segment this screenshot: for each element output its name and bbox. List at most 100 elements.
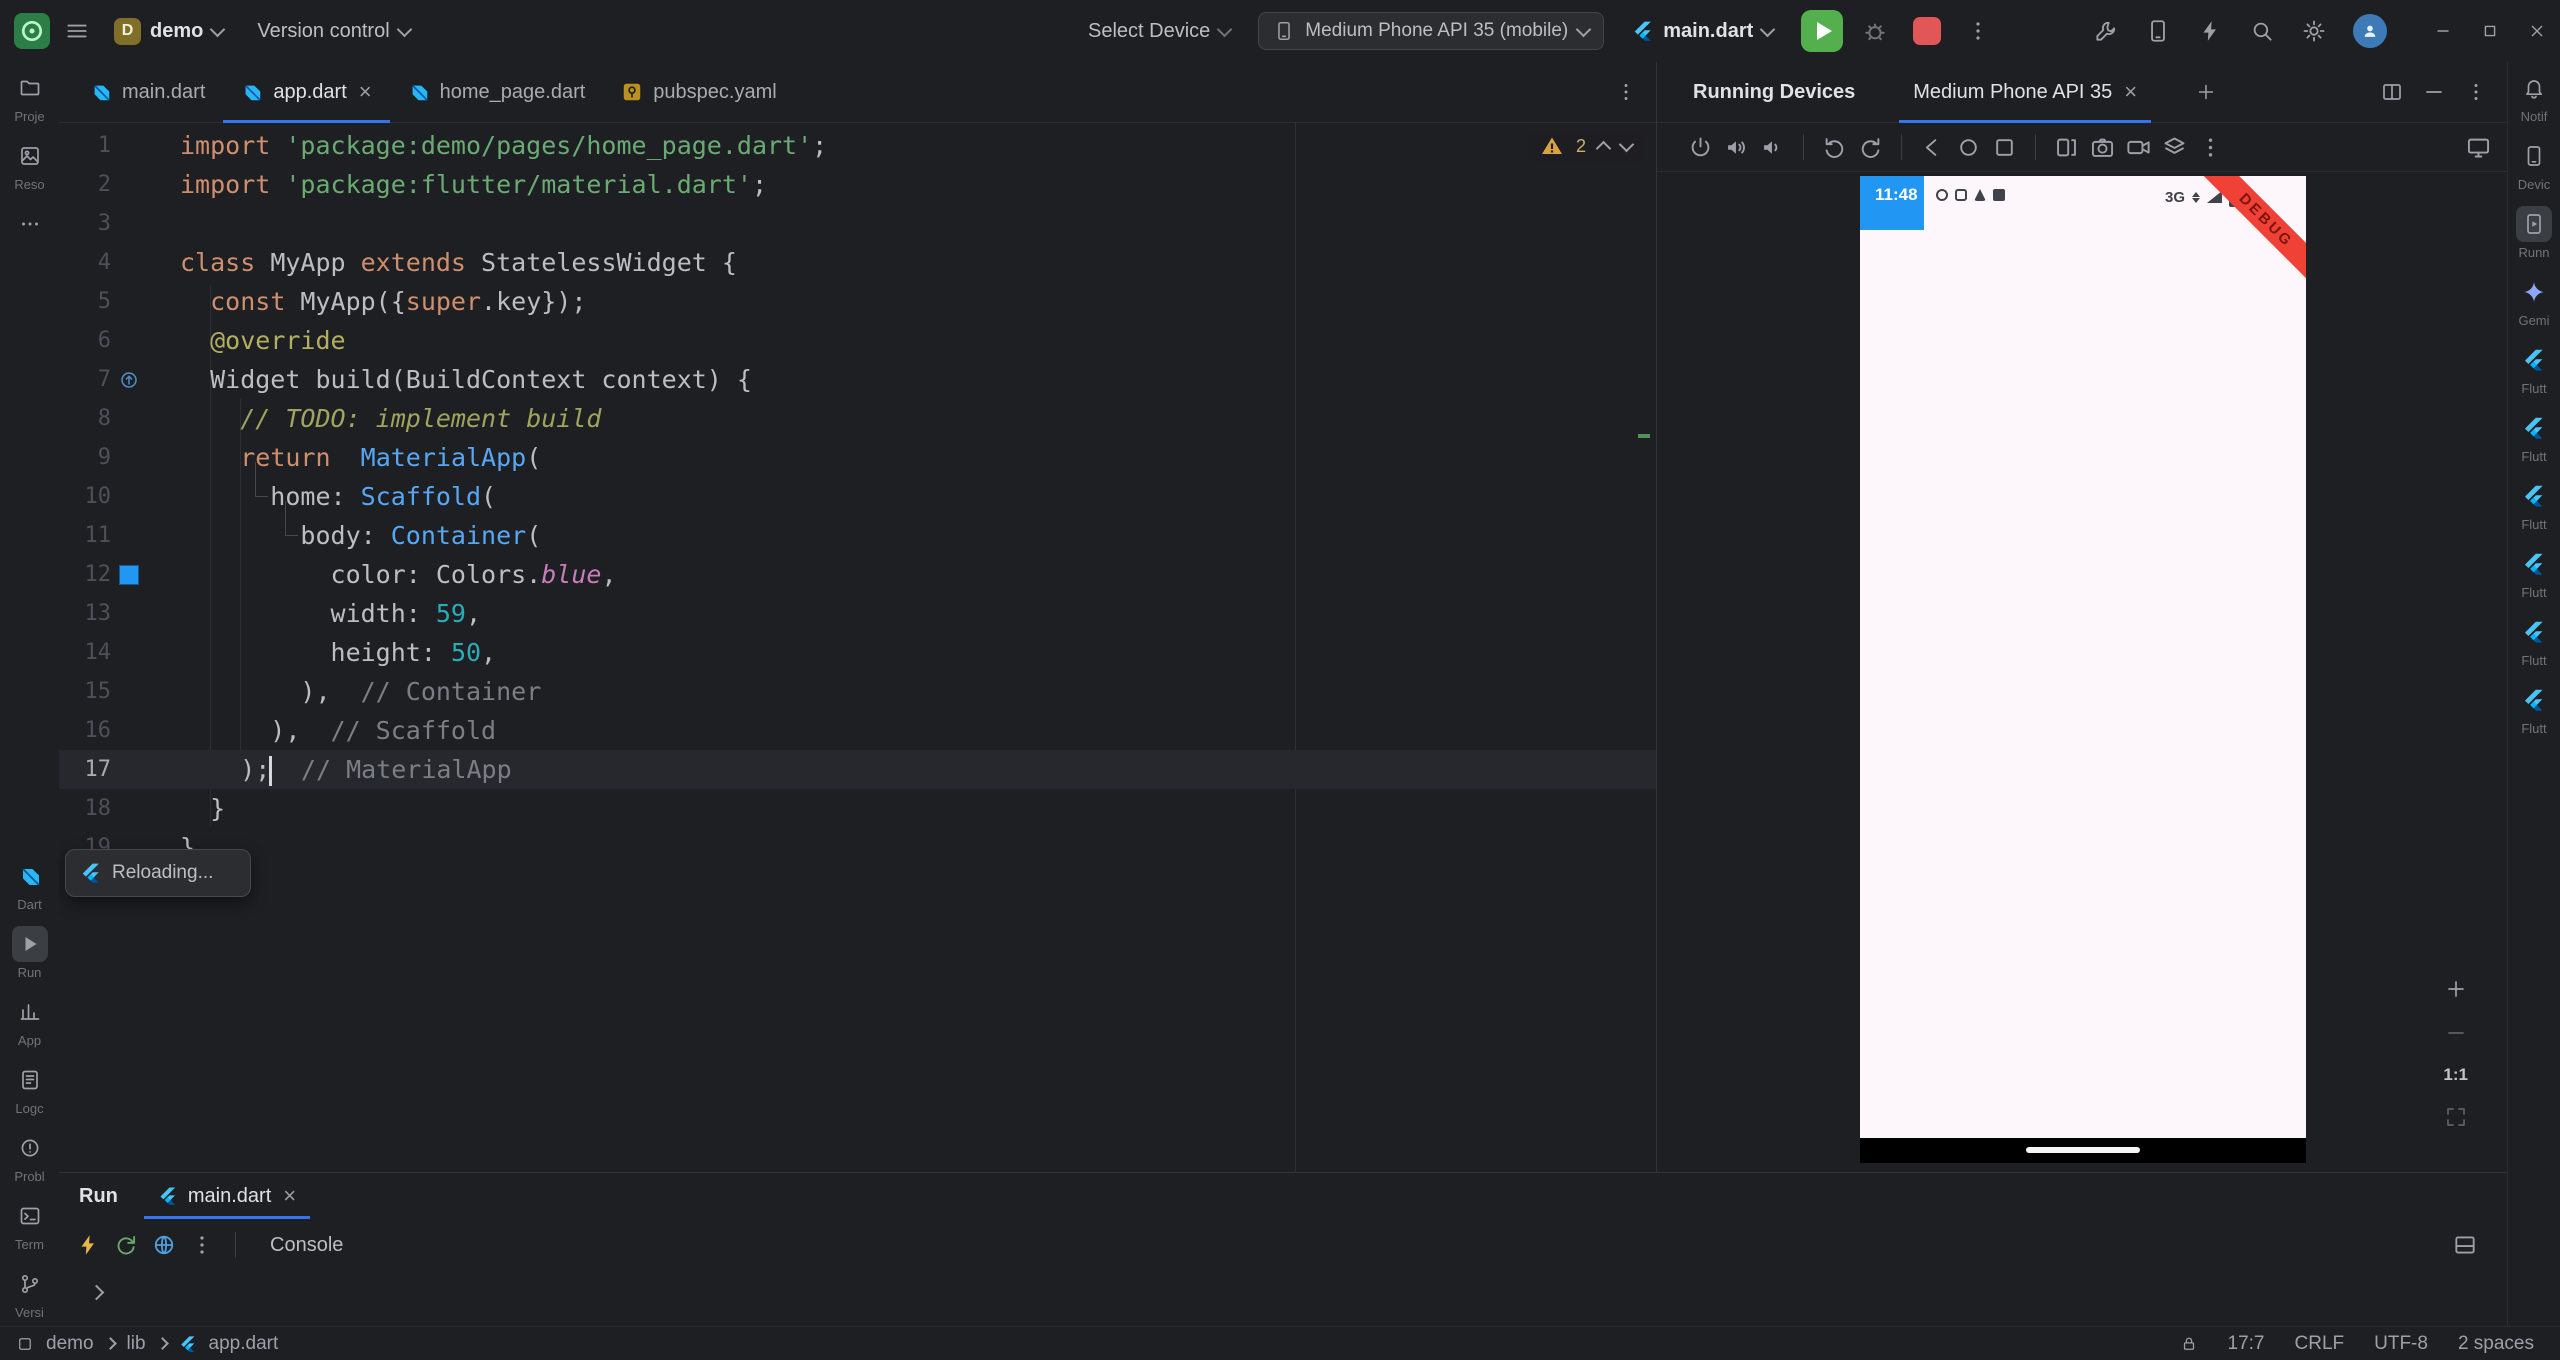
- line-number[interactable]: 1: [59, 126, 111, 165]
- tool-stripe-item-Notif[interactable]: Notif: [2508, 70, 2560, 124]
- close-button[interactable]: [2513, 0, 2560, 62]
- line-number[interactable]: 12: [59, 555, 112, 594]
- line-number[interactable]: 16: [59, 711, 112, 750]
- color-swatch-icon[interactable]: [119, 564, 139, 585]
- code-line[interactable]: 15 ), // Container: [59, 672, 1656, 711]
- console-tab[interactable]: Console: [270, 1234, 343, 1257]
- tool-stripe-item-Flutt[interactable]: Flutt: [2508, 478, 2560, 532]
- tab-options-icon[interactable]: [1614, 80, 1638, 104]
- console-output[interactable]: [59, 1271, 2508, 1325]
- more-v-icon[interactable]: [2197, 134, 2224, 161]
- tool-stripe-item-Gemi[interactable]: Gemi: [2508, 274, 2560, 328]
- gutter[interactable]: [111, 243, 147, 282]
- settings-icon[interactable]: [2301, 18, 2327, 44]
- gutter[interactable]: [111, 360, 147, 399]
- tab-main.dart[interactable]: main.dart: [72, 62, 223, 122]
- code-line[interactable]: 18 }: [59, 789, 1656, 828]
- code-line[interactable]: 14 height: 50,: [59, 633, 1656, 672]
- device-manager-icon[interactable]: [2145, 18, 2171, 44]
- plus-icon[interactable]: [2444, 977, 2468, 1001]
- fold-icon[interactable]: [2053, 134, 2080, 161]
- line-number[interactable]: 7: [59, 360, 111, 399]
- gutter[interactable]: [111, 165, 147, 204]
- breadcrumb-project[interactable]: demo: [46, 1333, 94, 1355]
- more-actions-icon[interactable]: [1965, 18, 1991, 44]
- tool-stripe-item-Flutt[interactable]: Flutt: [2508, 546, 2560, 600]
- tool-stripe-item-Dart[interactable]: Dart: [0, 858, 59, 912]
- screen-record-icon[interactable]: [2125, 134, 2152, 161]
- console-expand-icon[interactable]: [88, 1284, 105, 1301]
- back-icon[interactable]: [1919, 134, 1946, 161]
- maximize-button[interactable]: [2466, 0, 2513, 62]
- tool-stripe-item-Term[interactable]: Term: [0, 1198, 59, 1252]
- tool-stripe-item-more-h[interactable]: [0, 206, 59, 260]
- gutter[interactable]: [111, 789, 147, 828]
- display-icon[interactable]: [2465, 134, 2492, 161]
- gutter[interactable]: [111, 126, 147, 165]
- zoom-level-label[interactable]: 1:1: [2443, 1065, 2468, 1085]
- line-number[interactable]: 5: [59, 282, 111, 321]
- build-icon[interactable]: [2093, 18, 2119, 44]
- stop-button[interactable]: [1907, 11, 1947, 51]
- volume-up-icon[interactable]: [1723, 134, 1750, 161]
- search-icon[interactable]: [2249, 18, 2275, 44]
- close-tab-icon[interactable]: ×: [2124, 81, 2137, 103]
- main-menu-icon[interactable]: [64, 18, 90, 44]
- line-number[interactable]: 2: [59, 165, 111, 204]
- tool-stripe-item-Run[interactable]: Run: [0, 926, 59, 980]
- vcs-widget[interactable]: Version control: [247, 14, 419, 49]
- line-number[interactable]: 9: [59, 438, 111, 477]
- line-number[interactable]: 18: [59, 789, 112, 828]
- line-number[interactable]: 4: [59, 243, 111, 282]
- tool-stripe-item-Flutt[interactable]: Flutt: [2508, 410, 2560, 464]
- gutter[interactable]: [111, 321, 147, 360]
- code-line[interactable]: 19}: [59, 828, 1656, 867]
- run-button[interactable]: [1801, 10, 1844, 52]
- gutter[interactable]: [111, 516, 147, 555]
- more-v-icon[interactable]: [2464, 80, 2488, 104]
- tool-stripe-item-Versi[interactable]: Versi: [0, 1266, 59, 1320]
- gutter[interactable]: [111, 594, 147, 633]
- inspections-widget[interactable]: 2: [1527, 130, 1644, 162]
- home-indicator[interactable]: [2026, 1147, 2140, 1153]
- more-v-icon[interactable]: [189, 1232, 215, 1258]
- close-tab-icon[interactable]: ×: [283, 1185, 296, 1207]
- line-separator[interactable]: CRLF: [2295, 1333, 2345, 1355]
- home-circle-icon[interactable]: [1955, 134, 1982, 161]
- debug-button[interactable]: [1861, 17, 1889, 45]
- line-number[interactable]: 13: [59, 594, 112, 633]
- tab-pubspec.yaml[interactable]: pubspec.yaml: [603, 62, 794, 122]
- line-number[interactable]: 14: [59, 633, 112, 672]
- power-icon[interactable]: [1687, 134, 1714, 161]
- readonly-lock-icon[interactable]: [2180, 1335, 2198, 1353]
- code-line[interactable]: 4 class MyApp extends StatelessWidget {: [59, 243, 1656, 282]
- caret-position[interactable]: 17:7: [2228, 1333, 2265, 1355]
- device-dropdown[interactable]: Medium Phone API 35 (mobile): [1258, 12, 1605, 50]
- tool-stripe-item-Reso[interactable]: Reso: [0, 138, 59, 192]
- breadcrumb-folder[interactable]: lib: [127, 1333, 146, 1355]
- tool-stripe-item-Proje[interactable]: Proje: [0, 70, 59, 124]
- tool-stripe-item-Flutt[interactable]: Flutt: [2508, 342, 2560, 396]
- overview-icon[interactable]: [1991, 134, 2018, 161]
- tool-stripe-item-Logc[interactable]: Logc: [0, 1062, 59, 1116]
- hide-icon[interactable]: [2422, 80, 2446, 104]
- file-encoding[interactable]: UTF-8: [2374, 1333, 2428, 1355]
- code-line[interactable]: 3: [59, 204, 1656, 243]
- fit-icon[interactable]: [2444, 1105, 2468, 1129]
- camera-icon[interactable]: [2089, 134, 2116, 161]
- hot-reload-icon[interactable]: [75, 1232, 101, 1258]
- tool-stripe-item-Flutt[interactable]: Flutt: [2508, 682, 2560, 736]
- code-line[interactable]: 13 width: 59,: [59, 594, 1656, 633]
- code-line[interactable]: 17 ); // MaterialApp: [59, 750, 1656, 789]
- layout-settings-icon[interactable]: [2452, 1232, 2478, 1258]
- split-icon[interactable]: [2380, 80, 2404, 104]
- code-editor[interactable]: 1 import 'package:demo/pages/home_page.da…: [59, 123, 1656, 1172]
- tool-stripe-item-Runn[interactable]: Runn: [2508, 206, 2560, 260]
- device-tab[interactable]: Medium Phone API 35 ×: [1899, 62, 2152, 123]
- line-number[interactable]: 6: [59, 321, 111, 360]
- gutter[interactable]: [111, 477, 147, 516]
- rotate-left-icon[interactable]: [1821, 134, 1848, 161]
- tool-stripe-item-App[interactable]: App: [0, 994, 59, 1048]
- tool-stripe-item-Devic[interactable]: Devic: [2508, 138, 2560, 192]
- code-line[interactable]: 16 ), // Scaffold: [59, 711, 1656, 750]
